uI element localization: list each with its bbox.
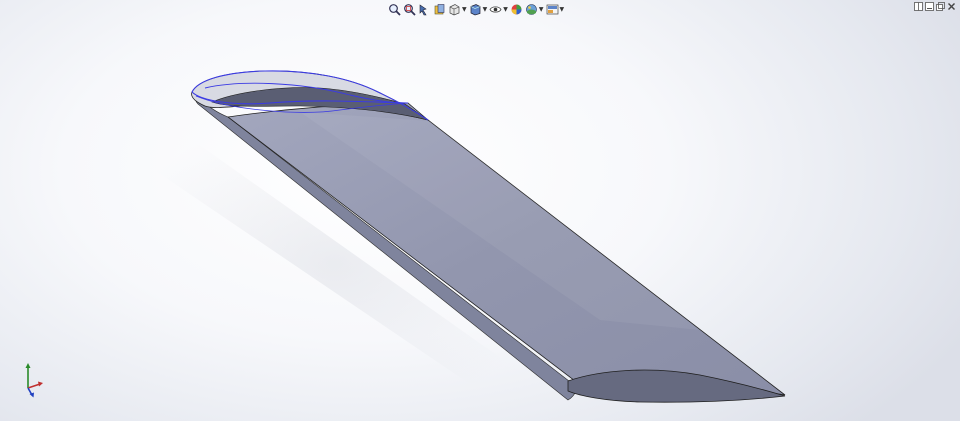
triad-x-axis — [27, 383, 41, 389]
view-orientation-icon — [449, 4, 460, 16]
previous-view-icon — [419, 4, 427, 16]
close-icon[interactable] — [947, 2, 956, 11]
eye-icon — [489, 6, 502, 13]
appearance-ball-icon — [511, 4, 522, 15]
zoom-to-fit-button[interactable] — [388, 3, 401, 16]
section-view-icon — [434, 4, 445, 15]
view-settings-button[interactable]: ▼ — [546, 3, 565, 16]
view-orientation-button[interactable]: ▼ — [448, 3, 467, 16]
scene-icon — [526, 4, 537, 15]
previous-view-button[interactable] — [418, 3, 431, 16]
reference-triad — [25, 363, 43, 398]
hide-show-items-button[interactable]: ▼ — [489, 3, 508, 16]
display-style-icon — [470, 4, 480, 16]
split-view-icon[interactable] — [914, 2, 923, 11]
magnifier-fit-icon — [389, 4, 401, 16]
part-model[interactable] — [0, 0, 960, 421]
viewport-window-controls — [914, 2, 956, 11]
magnifier-area-icon — [404, 4, 416, 16]
display-style-button[interactable]: ▼ — [469, 3, 488, 16]
section-view-button[interactable] — [433, 3, 446, 16]
triad-x-arrow-icon — [38, 381, 43, 387]
apply-scene-button[interactable]: ▼ — [525, 3, 544, 16]
triad-y-arrow-icon — [25, 363, 31, 368]
display-style-caret-icon[interactable]: ▼ — [483, 6, 488, 13]
maximize-icon[interactable] — [936, 2, 945, 11]
view-orientation-caret-icon[interactable]: ▼ — [462, 6, 467, 13]
view-settings-caret-icon[interactable]: ▼ — [560, 6, 565, 13]
apply-scene-caret-icon[interactable]: ▼ — [539, 6, 544, 13]
graphics-area[interactable]: ▼ ▼ ▼ ▼ ▼ — [0, 0, 960, 421]
edit-appearance-button[interactable] — [510, 3, 523, 16]
hide-show-items-caret-icon[interactable]: ▼ — [503, 6, 508, 13]
heads-up-view-toolbar: ▼ ▼ ▼ ▼ ▼ — [388, 1, 564, 18]
restore-icon[interactable] — [925, 2, 934, 11]
zoom-to-area-button[interactable] — [403, 3, 416, 16]
view-settings-icon — [546, 4, 558, 15]
